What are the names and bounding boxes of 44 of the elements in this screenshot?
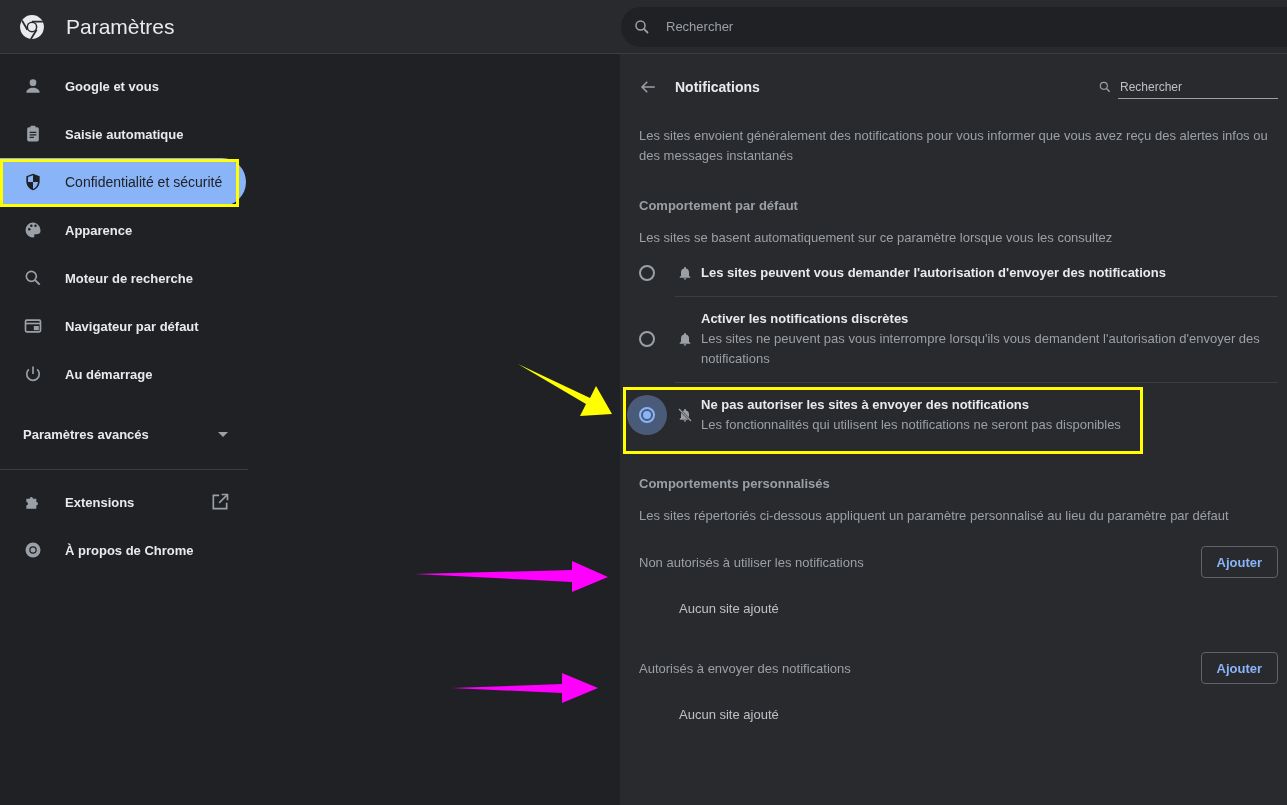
- sidebar-item[interactable]: Saisie automatique: [0, 110, 246, 158]
- add-button[interactable]: Ajouter: [1200, 546, 1278, 578]
- section-heading: Comportements personnalisés: [639, 476, 831, 493]
- option-description: Les sites ne peuvent pas vous interrompre lorsqu'ils vous demandent l'autorisation d'envoyer des notifications: [701, 330, 1261, 368]
- sidebar-item[interactable]: Moteur de recherche: [0, 254, 246, 302]
- sidebar-item[interactable]: Au démarrage: [0, 350, 246, 398]
- chrome-logo-icon: [19, 13, 45, 40]
- empty-list-text: Aucun site ajouté: [678, 705, 780, 724]
- sidebar-item[interactable]: Apparence: [0, 206, 246, 254]
- advanced-settings-toggle[interactable]: Paramètres avancés: [0, 406, 248, 462]
- sidebar-item[interactable]: Google et vous: [0, 62, 246, 110]
- bell-icon: [677, 331, 693, 347]
- option-description: Les fonctionnalités qui utilisent les notifications ne seront pas disponibles: [701, 416, 1121, 434]
- browser-window-icon: [23, 316, 43, 336]
- section-title: Notifications: [675, 79, 760, 95]
- sidebar-item[interactable]: Navigateur par défaut: [0, 302, 246, 350]
- sidebar-item[interactable]: Extensions: [0, 478, 246, 526]
- power-icon: [23, 364, 43, 384]
- section-heading: Comportement par défaut: [639, 198, 799, 215]
- empty-list-text: Aucun site ajouté: [678, 599, 780, 618]
- section-subtitle: Les sites se basent automatiquement sur ce paramètre lorsque vous les consultez: [639, 230, 1114, 247]
- page-title: Paramètres: [66, 14, 176, 39]
- back-arrow-icon[interactable]: [639, 78, 657, 96]
- search-icon: [23, 268, 43, 288]
- section-subtitle: Les sites répertoriés ci-dessous appliquent un paramètre personnalisé au lieu du paramètre par défaut: [639, 508, 1230, 525]
- bell-off-icon: [677, 407, 693, 423]
- sidebar-item[interactable]: À propos de Chrome: [0, 526, 246, 574]
- radio-button[interactable]: [627, 395, 667, 435]
- option-label: Ne pas autoriser les sites à envoyer des notifications: [701, 396, 1030, 414]
- chrome-logo-icon: [23, 540, 43, 560]
- palette-icon: [23, 220, 43, 240]
- description-text: Les sites envoient généralement des notifications pour vous informer que vous avez reçu des alertes infos ou des messages instantanés: [639, 127, 1269, 165]
- shield-icon: [23, 172, 43, 192]
- option-label: Les sites peuvent vous demander l'autorisation d'envoyer des notifications: [701, 264, 1166, 282]
- search-field[interactable]: Rechercher: [1118, 75, 1278, 99]
- search-field[interactable]: Rechercher: [621, 6, 1287, 47]
- caret-icon: [218, 429, 228, 439]
- option-label: Activer les notifications discrètes: [701, 310, 910, 328]
- add-button[interactable]: Ajouter: [1200, 652, 1278, 684]
- bell-icon: [677, 265, 693, 281]
- search-icon: [1098, 80, 1112, 94]
- person-icon: [23, 76, 43, 96]
- list-label: Non autorisés à utiliser les notifications: [639, 554, 864, 570]
- list-label: Autorisés à envoyer des notifications: [639, 660, 851, 676]
